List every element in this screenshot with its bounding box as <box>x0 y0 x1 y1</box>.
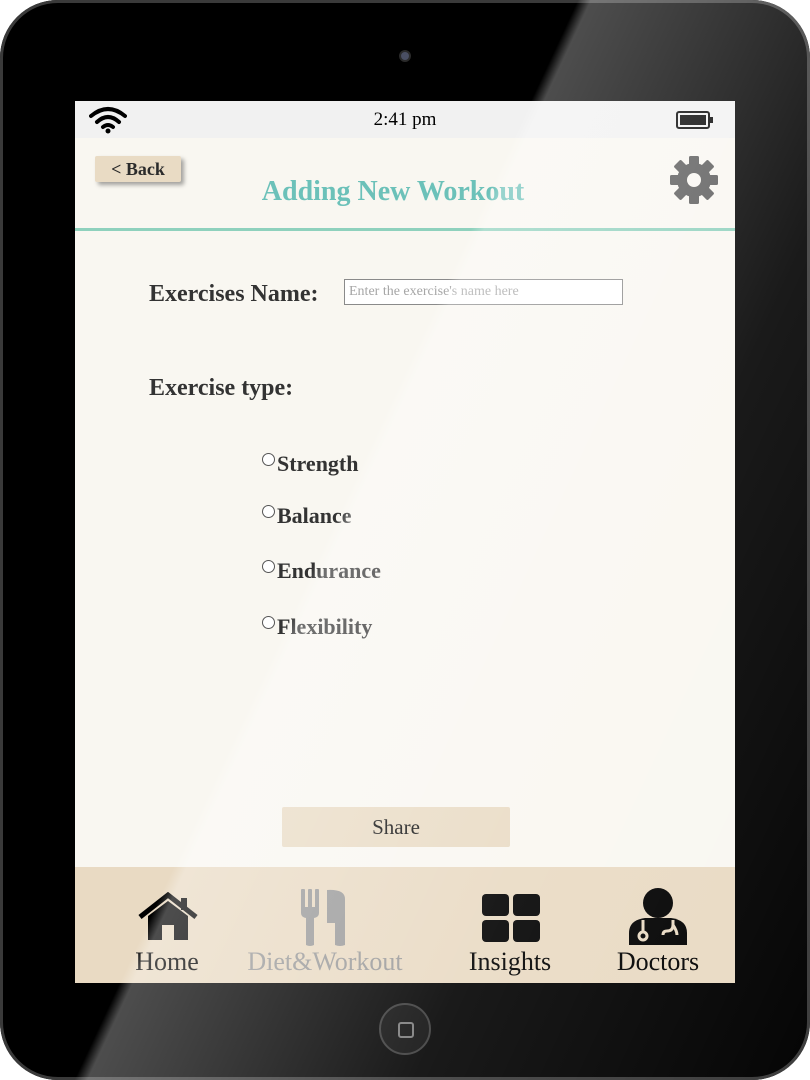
radio-option-balance[interactable]: Balance <box>262 503 352 535</box>
fork-knife-icon <box>301 889 345 946</box>
radio-option-endurance[interactable]: Endurance <box>262 558 381 590</box>
tab-home-label: Home <box>135 947 199 976</box>
battery-icon <box>676 111 713 129</box>
header: < Back Adding New Workout <box>75 138 735 231</box>
doctor-icon <box>629 888 687 945</box>
status-time: 2:41 pm <box>373 109 437 130</box>
home-icon <box>138 892 198 940</box>
tab-insights-label: Insights <box>468 947 552 976</box>
radio-button[interactable] <box>262 453 275 466</box>
radio-button[interactable] <box>262 560 275 573</box>
page-title: Adding New Workout <box>261 176 525 207</box>
radio-button[interactable] <box>262 505 275 518</box>
device-home-button[interactable] <box>379 1003 431 1055</box>
radio-label: Flexibility <box>277 614 373 639</box>
tab-home[interactable]: Home <box>97 867 237 983</box>
front-camera <box>399 50 411 62</box>
radio-label: Endurance <box>277 558 381 583</box>
radio-option-flexibility[interactable]: Flexibility <box>262 614 373 646</box>
tab-doctors[interactable]: Doctors <box>598 867 718 983</box>
radio-label: Strength <box>277 451 359 476</box>
tab-doctors-label: Doctors <box>616 947 700 976</box>
grid-icon <box>482 894 540 942</box>
status-bar: 2:41 pm <box>75 101 735 138</box>
radio-label: Balance <box>277 503 352 528</box>
tab-insights[interactable]: Insights <box>450 867 570 983</box>
bottom-tab-bar: Home Diet&Workout Insights Doctors <box>75 867 735 983</box>
exercise-name-input[interactable] <box>344 279 623 305</box>
exercise-type-label: Exercise type: <box>149 375 294 401</box>
exercise-name-label: Exercises Name: <box>149 281 319 307</box>
radio-option-strength[interactable]: Strength <box>262 451 359 483</box>
radio-button[interactable] <box>262 616 275 629</box>
share-button[interactable]: Share <box>282 807 510 847</box>
app-screen: 2:41 pm < Back Adding New Workout Exerci… <box>75 101 735 983</box>
tablet-frame: 2:41 pm < Back Adding New Workout Exerci… <box>0 0 810 1080</box>
gear-icon[interactable] <box>669 155 719 205</box>
tab-diet-workout[interactable]: Diet&Workout <box>235 867 415 983</box>
tab-diet-workout-label: Diet&Workout <box>247 947 403 976</box>
